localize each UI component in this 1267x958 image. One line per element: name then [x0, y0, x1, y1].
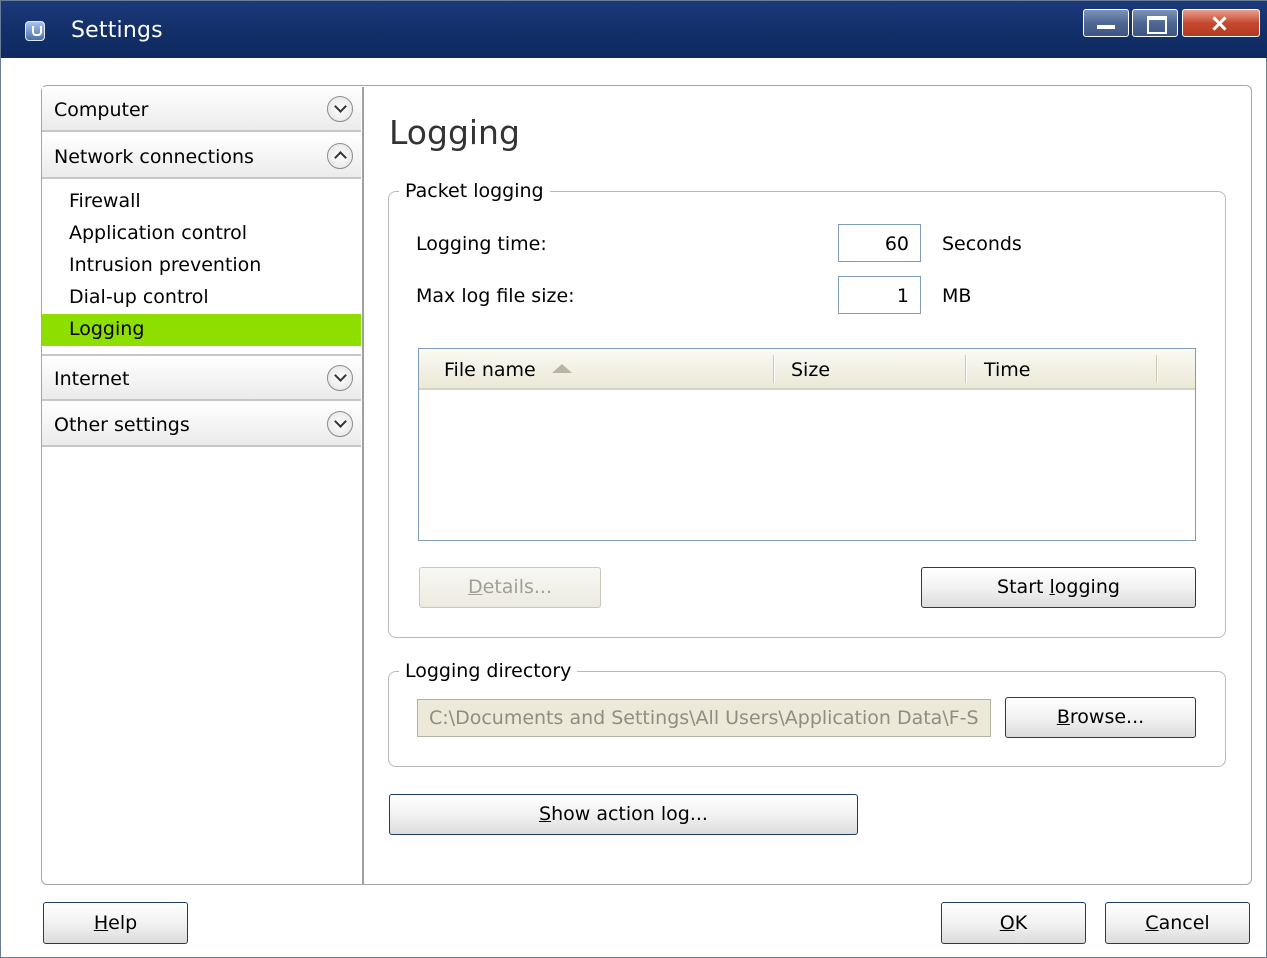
logging-time-unit: Seconds: [942, 233, 1022, 255]
ok-label: K: [1014, 912, 1028, 934]
column-divider[interactable]: [965, 355, 967, 383]
column-divider[interactable]: [1156, 355, 1158, 383]
nav-section-network-connections[interactable]: Network connections: [42, 134, 361, 179]
browse-label: rowse...: [1069, 706, 1145, 728]
start-logging-label-a: Start: [997, 576, 1050, 598]
network-connections-items: Firewall Application control Intrusion p…: [42, 179, 361, 356]
details-mnemonic: D: [468, 576, 483, 598]
ok-button[interactable]: OK: [941, 902, 1086, 944]
max-size-unit: MB: [942, 285, 972, 307]
start-logging-label-b: ogging: [1054, 576, 1120, 598]
minimize-button[interactable]: [1083, 9, 1129, 37]
nav-section-computer[interactable]: Computer: [42, 87, 361, 132]
nav-section-other-settings[interactable]: Other settings: [42, 402, 361, 447]
details-label: etails...: [482, 576, 552, 598]
page-title: Logging: [389, 113, 520, 152]
logging-directory-field[interactable]: C:\Documents and Settings\All Users\Appl…: [417, 699, 991, 737]
logging-directory-title: Logging directory: [399, 660, 578, 682]
browse-mnemonic: B: [1056, 706, 1070, 728]
help-mnemonic: H: [93, 912, 109, 934]
start-logging-button[interactable]: Start logging: [921, 567, 1196, 608]
log-files-list[interactable]: File name Size Time: [418, 348, 1196, 541]
nav-item-dial-up-control[interactable]: Dial-up control: [42, 282, 361, 314]
chevron-down-icon[interactable]: [327, 96, 353, 122]
nav-section-label: Network connections: [54, 146, 254, 168]
show-action-log-label: how action log...: [551, 803, 708, 825]
column-file-name[interactable]: File name: [444, 359, 536, 381]
nav-item-firewall[interactable]: Firewall: [42, 186, 361, 218]
chevron-down-icon[interactable]: [327, 411, 353, 437]
sort-ascending-icon: [552, 364, 572, 373]
cancel-label: ancel: [1158, 912, 1210, 934]
help-label: elp: [108, 912, 138, 934]
show-action-log-mnemonic: S: [539, 803, 552, 825]
nav-section-internet[interactable]: Internet: [42, 356, 361, 401]
nav-section-label: Other settings: [54, 414, 190, 436]
chevron-down-icon[interactable]: [327, 365, 353, 391]
nav-item-logging[interactable]: Logging: [42, 314, 361, 346]
nav-item-application-control[interactable]: Application control: [42, 218, 361, 250]
close-button[interactable]: [1182, 9, 1260, 37]
window-title: Settings: [71, 18, 163, 43]
nav-section-label: Internet: [54, 368, 130, 390]
cancel-mnemonic: C: [1145, 912, 1159, 934]
max-size-label: Max log file size:: [416, 285, 575, 307]
nav-item-intrusion-prevention[interactable]: Intrusion prevention: [42, 250, 361, 282]
title-bar[interactable]: Settings: [1, 1, 1267, 58]
logging-time-input[interactable]: 60: [838, 224, 921, 262]
chevron-up-icon[interactable]: [327, 143, 353, 169]
help-button[interactable]: Help: [43, 902, 188, 944]
logging-time-label: Logging time:: [416, 233, 547, 255]
settings-navigation: Computer Network connections Firewall Ap…: [42, 87, 364, 884]
max-size-input[interactable]: 1: [838, 276, 921, 314]
maximize-button[interactable]: [1132, 9, 1178, 37]
ok-mnemonic: O: [999, 912, 1015, 934]
list-header: File name Size Time: [419, 349, 1195, 390]
details-button[interactable]: Details...: [419, 567, 601, 608]
cancel-button[interactable]: Cancel: [1105, 902, 1250, 944]
browse-button[interactable]: Browse...: [1005, 697, 1196, 738]
column-time[interactable]: Time: [984, 359, 1031, 381]
column-size[interactable]: Size: [791, 359, 830, 381]
show-action-log-button[interactable]: Show action log...: [389, 794, 858, 835]
packet-logging-title: Packet logging: [399, 180, 550, 202]
column-divider[interactable]: [773, 355, 775, 383]
shield-app-icon: [25, 21, 45, 41]
settings-window: Settings Computer Network connections Fi…: [0, 0, 1267, 958]
nav-section-label: Computer: [54, 99, 149, 121]
